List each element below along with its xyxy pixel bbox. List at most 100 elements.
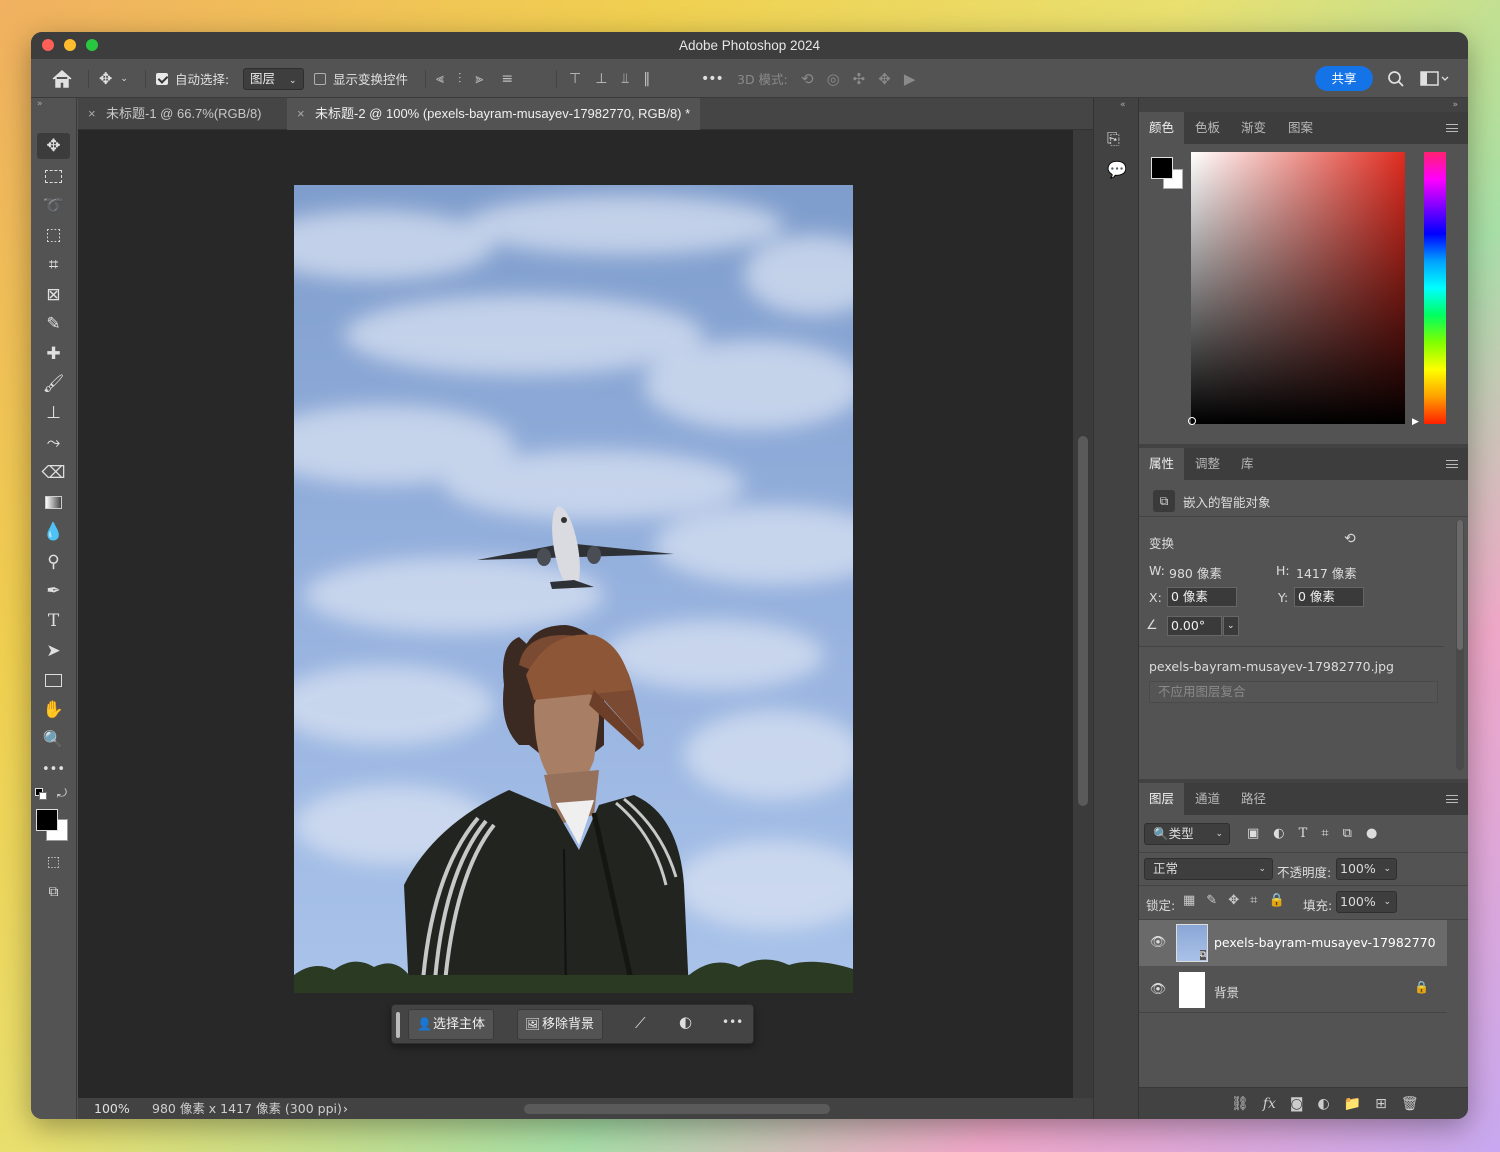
layer-effects-icon[interactable]: fx xyxy=(1263,1096,1276,1112)
tab-layers[interactable]: 图层 xyxy=(1139,783,1185,815)
object-selection-tool-icon[interactable]: ⬚ xyxy=(37,222,70,248)
layer-row[interactable]: 👁 背景 🔒 xyxy=(1139,967,1447,1013)
drag-handle[interactable] xyxy=(396,1012,400,1038)
close-window-button[interactable] xyxy=(42,39,54,51)
edit-toolbar-icon[interactable]: ••• xyxy=(37,756,70,782)
zoom-window-button[interactable] xyxy=(86,39,98,51)
hue-slider-handle[interactable]: ▶ xyxy=(1412,417,1419,427)
new-group-icon[interactable]: 📁 xyxy=(1344,1096,1361,1112)
panel-menu-icon[interactable] xyxy=(1446,795,1458,803)
transform-icon[interactable]: ⟋ xyxy=(635,1014,646,1032)
type-tool-icon[interactable]: T xyxy=(37,608,70,634)
layer-filter-dropdown[interactable]: 🔍类型 ⌄ xyxy=(1144,823,1230,845)
default-colors-icon[interactable] xyxy=(35,788,47,800)
x-position-field[interactable]: 0 像素 xyxy=(1167,587,1237,607)
share-button[interactable]: 共享 xyxy=(1315,66,1373,91)
history-icon[interactable]: ⎘ xyxy=(1107,129,1120,149)
add-mask-icon[interactable]: ◙ xyxy=(1290,1096,1304,1112)
layer-comp-dropdown[interactable]: 不应用图层复合 xyxy=(1149,681,1438,703)
gradient-tool-icon[interactable] xyxy=(37,489,70,515)
align-buttons-group[interactable]: ⫷ ⫶ ⫸ ≡ xyxy=(436,59,513,98)
tab-properties[interactable]: 属性 xyxy=(1139,448,1185,480)
pen-tool-icon[interactable]: ✒ xyxy=(37,578,70,604)
new-adjustment-layer-icon[interactable]: ◐ xyxy=(1317,1096,1329,1112)
swap-colors-icon[interactable]: ⤾ xyxy=(57,786,67,801)
layer-row[interactable]: 👁 ⧉ pexels-bayram-musayev-17982770 xyxy=(1139,920,1447,966)
brush-tool-icon[interactable]: 🖌 xyxy=(37,371,70,397)
auto-select-checkbox[interactable]: 自动选择: xyxy=(156,59,229,98)
visibility-eye-icon[interactable]: 👁 xyxy=(1149,981,1167,999)
more-options-button[interactable]: ••• xyxy=(701,59,724,98)
lasso-tool-icon[interactable]: ➰ xyxy=(37,193,70,219)
y-position-field[interactable]: 0 像素 xyxy=(1294,587,1364,607)
rectangle-tool-icon[interactable] xyxy=(37,667,70,693)
canvas-area[interactable]: 👤 选择主体 🖼 移除背景 ⟋ ◐ ••• xyxy=(78,130,1073,1098)
move-tool-icon[interactable]: ✥ xyxy=(37,133,70,159)
screen-mode-icon[interactable]: ⧉ xyxy=(37,879,70,905)
document-image[interactable] xyxy=(294,185,853,993)
hand-tool-icon[interactable]: ✋ xyxy=(37,697,70,723)
more-actions-button[interactable]: ••• xyxy=(722,1015,743,1029)
history-brush-tool-icon[interactable]: ⤳ xyxy=(37,430,70,456)
foreground-swatch[interactable] xyxy=(1151,157,1173,179)
workspace-icon[interactable] xyxy=(1420,59,1450,98)
hue-slider[interactable] xyxy=(1424,152,1446,424)
vertical-scrollbar[interactable] xyxy=(1073,130,1093,1098)
move-tool-options-icon[interactable]: ✥ ⌄ xyxy=(99,59,128,98)
tab-untitled-1[interactable]: × 未标题-1 @ 66.7%(RGB/8) xyxy=(78,98,272,130)
healing-brush-tool-icon[interactable]: ✚ xyxy=(37,341,70,367)
remove-background-button[interactable]: 🖼 移除背景 xyxy=(517,1009,604,1040)
eraser-tool-icon[interactable]: ⌫ xyxy=(37,460,70,486)
zoom-tool-icon[interactable]: 🔍 xyxy=(37,727,70,753)
quick-mask-icon[interactable]: ⬚ xyxy=(37,849,70,875)
opacity-field[interactable]: 100% ⌄ xyxy=(1336,858,1397,880)
adjustment-icon[interactable]: ◐ xyxy=(679,1013,692,1031)
show-transform-controls-checkbox[interactable]: 显示变换控件 xyxy=(314,59,408,98)
path-selection-tool-icon[interactable]: ➤ xyxy=(37,638,70,664)
lock-icons[interactable]: ▦ ✎ ✥ ⌗ 🔒 xyxy=(1183,893,1285,908)
color-picker-cursor[interactable] xyxy=(1188,417,1196,425)
tab-channels[interactable]: 通道 xyxy=(1185,783,1230,815)
panel-menu-icon[interactable] xyxy=(1446,124,1458,132)
zoom-level[interactable]: 100% xyxy=(94,1098,130,1119)
properties-scrollbar[interactable] xyxy=(1456,520,1464,770)
link-layers-icon[interactable]: ⛓ xyxy=(1231,1096,1249,1112)
clone-stamp-tool-icon[interactable]: ⊥ xyxy=(37,400,70,426)
tab-paths[interactable]: 路径 xyxy=(1231,783,1276,815)
select-subject-button[interactable]: 👤 选择主体 xyxy=(408,1009,495,1040)
new-layer-icon[interactable]: ⊞ xyxy=(1375,1096,1387,1112)
minimize-window-button[interactable] xyxy=(64,39,76,51)
tab-adjustments[interactable]: 调整 xyxy=(1185,448,1230,480)
frame-tool-icon[interactable]: ⊠ xyxy=(37,282,70,308)
layer-filter-icons[interactable]: ▣ ◐ T ⌗ ⧉ ● xyxy=(1247,826,1377,841)
fill-field[interactable]: 100% ⌄ xyxy=(1336,891,1397,913)
visibility-eye-icon[interactable]: 👁 xyxy=(1149,934,1167,952)
eyedropper-tool-icon[interactable]: ✎ xyxy=(37,311,70,337)
reset-transform-icon[interactable]: ⟲ xyxy=(1344,531,1356,547)
collapse-tools-icon[interactable]: » xyxy=(37,99,43,109)
tab-libraries[interactable]: 库 xyxy=(1231,448,1264,480)
dodge-tool-icon[interactable]: ⚲ xyxy=(37,549,70,575)
horizontal-scrollbar[interactable] xyxy=(524,1104,830,1114)
delete-layer-icon[interactable]: 🗑 xyxy=(1401,1096,1419,1112)
auto-select-dropdown[interactable]: 图层 ⌄ xyxy=(243,59,304,98)
status-menu-arrow[interactable]: › xyxy=(343,1098,348,1119)
layer-name[interactable]: pexels-bayram-musayev-17982770 xyxy=(1214,935,1436,950)
search-icon[interactable] xyxy=(1387,59,1405,98)
collapse-panels-icon[interactable]: « xyxy=(1120,100,1126,110)
blend-mode-dropdown[interactable]: 正常 ⌄ xyxy=(1144,858,1273,880)
tab-color[interactable]: 颜色 xyxy=(1139,112,1185,144)
align-vertical-group[interactable]: ⊤ ⊥ ⫫ ‖ xyxy=(569,59,650,98)
color-field[interactable] xyxy=(1191,152,1405,424)
expand-panels-icon[interactable]: » xyxy=(1452,100,1458,110)
tab-patterns[interactable]: 图案 xyxy=(1278,112,1323,144)
tab-swatches[interactable]: 色板 xyxy=(1185,112,1230,144)
panel-menu-icon[interactable] xyxy=(1446,460,1458,468)
foreground-color-swatch[interactable] xyxy=(36,809,58,831)
tab-gradients[interactable]: 渐变 xyxy=(1231,112,1276,144)
tab-untitled-2[interactable]: × 未标题-2 @ 100% (pexels-bayram-musayev-179… xyxy=(287,98,701,130)
comments-icon[interactable]: 💬 xyxy=(1107,160,1127,179)
blur-tool-icon[interactable]: 💧 xyxy=(37,519,70,545)
home-icon[interactable] xyxy=(51,59,73,98)
marquee-tool-icon[interactable] xyxy=(37,163,70,189)
